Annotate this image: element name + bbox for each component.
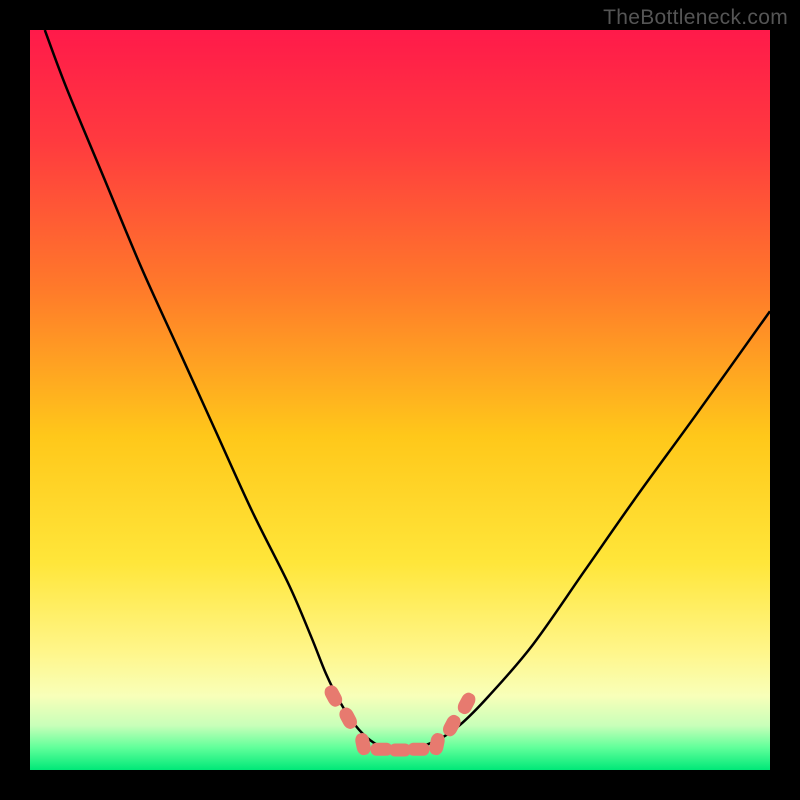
marker-point — [354, 732, 372, 756]
plot-area — [30, 30, 770, 770]
chart-svg — [30, 30, 770, 770]
trough-markers — [322, 683, 478, 756]
watermark-text: TheBottleneck.com — [603, 6, 788, 30]
marker-point — [408, 743, 430, 756]
bottleneck-curve — [45, 30, 770, 748]
